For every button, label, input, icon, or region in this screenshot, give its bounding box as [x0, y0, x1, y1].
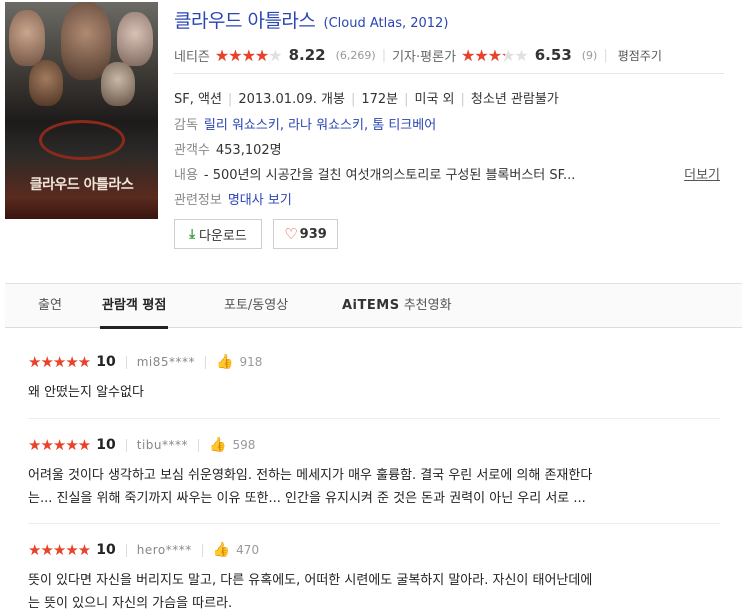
review-user: tibu**** — [136, 438, 188, 452]
download-button[interactable]: ⤓ 다운로드 — [174, 219, 262, 249]
movie-title[interactable]: 클라우드 아틀라스 — [174, 10, 316, 32]
tab-bar: 출연 관람객 평점 포토/동영상 AiTEMS 추천영화 — [5, 283, 742, 329]
like-count: 939 — [299, 226, 327, 242]
famous-lines-link[interactable]: 명대사 보기 — [228, 193, 292, 208]
audience-row: 관객수 453,102명 — [174, 139, 734, 158]
review-stars: ★★★★★ — [28, 541, 91, 559]
tab-recommend[interactable]: AiTEMS 추천영화 — [342, 284, 452, 328]
divider — [125, 543, 127, 557]
divider: | — [404, 92, 409, 107]
tab-cast[interactable]: 출연 — [38, 284, 62, 328]
movie-poster[interactable]: 클라우드 아틀라스 — [5, 2, 158, 219]
divider — [205, 355, 207, 369]
review-user: mi85**** — [136, 355, 196, 369]
thumbs-up-icon[interactable]: 👍 — [209, 437, 226, 453]
thumbs-up-icon[interactable]: 👍 — [216, 354, 233, 370]
divider — [125, 438, 127, 452]
content-summary: - 500년의 시공간을 걸친 여섯개의스토리로 구성된 블록버스터 SF... — [203, 168, 576, 183]
heart-icon: ♡ — [284, 225, 298, 243]
tab-photo-video[interactable]: 포토/동영상 — [224, 284, 288, 328]
critic-stars-fill: ★★★★★ — [461, 45, 505, 65]
review-header: ★★★★★ 10 mi85**** 👍 918 — [28, 351, 728, 373]
review-score: 10 — [96, 437, 116, 453]
review-stars: ★★★★★ — [28, 353, 91, 371]
review-stars: ★★★★★ — [28, 436, 91, 454]
critic-label: 기자·평론가 — [392, 49, 457, 65]
review-line: 는... 진실을 위해 죽기까지 싸우는 이유 또한... 인간을 유지시켜 준… — [28, 491, 586, 506]
critic-stars: ★★★★★★★★★★ — [461, 45, 529, 65]
divider — [125, 355, 127, 369]
review-divider — [28, 523, 720, 524]
divider — [198, 438, 199, 452]
audience-label: 관객수 — [174, 143, 210, 158]
netizen-label: 네티즌 — [174, 49, 210, 65]
related-label: 관련정보 — [174, 193, 222, 208]
director-label: 감독 — [174, 118, 198, 133]
review-score: 10 — [96, 542, 116, 558]
review-header: ★★★★★ 10 hero**** 👍 470 — [28, 539, 728, 561]
netizen-score: 8.22 — [288, 46, 326, 64]
poster-face — [117, 12, 153, 66]
movie-info: 클라우드 아틀라스 (Cloud Atlas, 2012) 네티즌 ★★★★★ ★… — [174, 6, 734, 65]
genre-row: SF, 액션 | 2013.01.09. 개봉 | 172분 | 미국 외 | 청소년 관람불가 — [174, 88, 734, 107]
directors-link[interactable]: 릴리 워쇼스키, 라나 워쇼스키, 톰 티크베어 — [204, 118, 436, 133]
thumbs-up-icon[interactable]: 👍 — [213, 542, 230, 558]
review-line: 어려울 것이다 생각하고 보심 쉬운영화임. 전하는 메세지가 매우 훌륭함. … — [28, 468, 593, 483]
director-row: 감독 릴리 워쇼스키, 라나 워쇼스키, 톰 티크베어 — [174, 114, 734, 133]
tab-audience-rating[interactable]: 관람객 평점 — [99, 284, 169, 329]
divider: | — [603, 47, 608, 63]
review-text: 왜 안떴는지 알수없다 — [28, 381, 728, 404]
netizen-count: (6,269) — [335, 48, 376, 62]
more-link[interactable]: 더보기 — [684, 164, 720, 183]
review-line: 왜 안떴는지 알수없다 — [28, 385, 144, 400]
info-divider — [174, 73, 724, 74]
review-item: ★★★★★ 10 tibu**** 👍 598 어려울 것이다 생각하고 보심 … — [28, 434, 728, 510]
review-likes: 598 — [232, 438, 256, 452]
country[interactable]: 미국 외 — [415, 92, 455, 107]
audience-count: 453,102명 — [215, 143, 282, 158]
review-likes: 470 — [236, 543, 260, 557]
runtime: 172분 — [361, 92, 399, 107]
review-likes: 918 — [239, 355, 263, 369]
poster-title: 클라우드 아틀라스 — [29, 177, 134, 193]
release-date[interactable]: 2013.01.09. 개봉 — [238, 92, 345, 107]
rating-row: 네티즌 ★★★★★★★★★★ 8.22 (6,269) | 기자·평론가 ★★★… — [174, 44, 742, 66]
original-title: (Cloud Atlas, 2012) — [323, 16, 449, 31]
review-divider — [28, 418, 720, 419]
divider: | — [227, 92, 233, 107]
review-line: 뜻이 있다면 자신을 버리지도 말고, 다른 유혹에도, 어떠한 시련에도 굴복… — [28, 573, 593, 588]
critic-score: 6.53 — [534, 46, 572, 64]
like-button[interactable]: ♡ 939 — [273, 219, 338, 249]
netizen-stars: ★★★★★★★★★★ — [214, 45, 283, 65]
review-score: 10 — [96, 354, 116, 370]
poster-face — [29, 60, 63, 106]
review-header: ★★★★★ 10 tibu**** 👍 598 — [28, 434, 728, 456]
recommend-label: 추천영화 — [403, 298, 452, 313]
poster-face — [9, 10, 45, 66]
divider: | — [381, 47, 387, 63]
poster-face — [101, 62, 135, 106]
genre[interactable]: SF, 액션 — [174, 92, 222, 107]
review-user: hero**** — [136, 543, 192, 557]
divider: | — [350, 92, 356, 107]
related-row: 관련정보 명대사 보기 — [174, 189, 734, 208]
review-item: ★★★★★ 10 hero**** 👍 470 뜻이 있다면 자신을 버리지도 … — [28, 539, 728, 615]
review-text: 뜻이 있다면 자신을 버리지도 말고, 다른 유혹에도, 어떠한 시련에도 굴복… — [28, 569, 728, 615]
poster-ring-graphic — [39, 120, 125, 160]
aitems-logo: AiTEMS — [342, 298, 400, 313]
rate-link[interactable]: 평점주기 — [618, 47, 662, 64]
title-row: 클라우드 아틀라스 (Cloud Atlas, 2012) — [174, 6, 734, 32]
review-line: 는 뜻이 있으니 자신의 가슴을 따르라. — [28, 596, 233, 611]
review-text: 어려울 것이다 생각하고 보심 쉬운영화임. 전하는 메세지가 매우 훌륭함. … — [28, 464, 728, 510]
review-item: ★★★★★ 10 mi85**** 👍 918 왜 안떴는지 알수없다 — [28, 351, 728, 404]
content-label: 내용 — [174, 168, 198, 183]
download-label: 다운로드 — [198, 228, 247, 244]
divider: | — [460, 92, 465, 107]
netizen-stars-fill: ★★★★★ — [214, 45, 270, 65]
download-icon: ⤓ — [189, 226, 195, 242]
critic-count: (9) — [581, 48, 598, 62]
age-grade[interactable]: 청소년 관람불가 — [471, 92, 559, 107]
content-row: 내용 - 500년의 시공간을 걸친 여섯개의스토리로 구성된 블록버스터 SF.… — [174, 164, 734, 183]
divider — [201, 543, 203, 557]
